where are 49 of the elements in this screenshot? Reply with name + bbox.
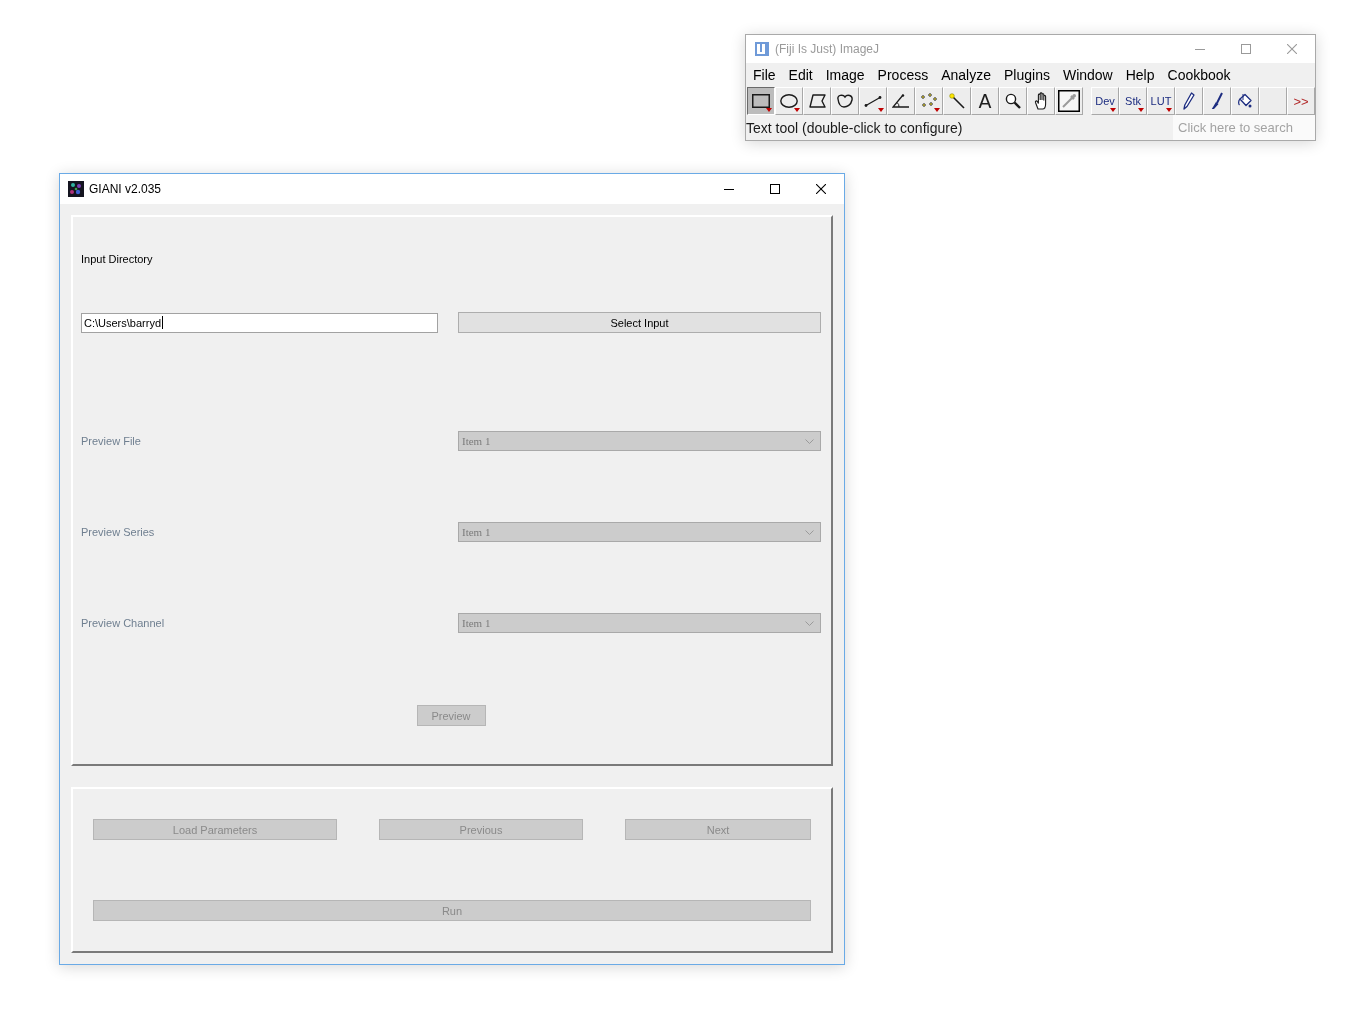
blob-icon	[836, 94, 854, 108]
menu-item[interactable]: Cookbook	[1167, 67, 1231, 83]
preview-label: Preview Channel	[81, 616, 165, 630]
maximize-icon	[1241, 44, 1251, 54]
tool-button[interactable]	[747, 87, 775, 115]
pencil-icon	[1183, 92, 1195, 110]
tool-button[interactable]: Stk	[1119, 87, 1147, 115]
bucket-icon	[1237, 93, 1253, 109]
brush-icon	[1211, 92, 1223, 110]
more-button[interactable]: >>	[1287, 87, 1315, 115]
preview-label: Preview File	[81, 434, 141, 448]
menu-item[interactable]: Help	[1125, 67, 1155, 83]
app-icon	[68, 181, 84, 197]
input-field[interactable]: C:\Users\barryd	[81, 312, 438, 333]
menu-item[interactable]: Process	[877, 67, 929, 83]
window-title: (Fiji Is Just) ImageJ	[775, 42, 879, 56]
chevron-icon	[805, 529, 814, 535]
tool-button[interactable]: Dev	[1091, 87, 1119, 115]
menu-item[interactable]: File	[753, 67, 776, 83]
close-icon	[1287, 44, 1297, 54]
preview-label: Preview Series	[81, 525, 155, 539]
input-directory-label: Input Directory	[81, 252, 153, 266]
window-title: GIANI v2.035	[89, 182, 162, 196]
rectangle-icon	[752, 94, 770, 108]
chevron-icon	[805, 438, 814, 444]
angle-icon	[892, 94, 910, 108]
status-text: Text tool (double-click to configure)	[746, 119, 963, 136]
points-icon	[920, 93, 938, 109]
menu-item[interactable]: Plugins	[1004, 67, 1050, 83]
chevron-icon	[805, 620, 814, 626]
minimize-icon	[724, 188, 734, 190]
menu-item[interactable]: Edit	[788, 67, 813, 83]
oval-icon	[780, 94, 798, 108]
menu-item[interactable]: Window	[1062, 67, 1113, 83]
app-logo-icon	[755, 42, 769, 56]
wand-icon	[949, 93, 965, 109]
close-icon	[816, 184, 826, 194]
select-input-button[interactable]: Select Input	[458, 312, 821, 333]
polygon-icon	[808, 94, 826, 108]
minimize-icon	[1195, 48, 1205, 50]
tool-button[interactable]: A	[971, 87, 999, 115]
maximize-icon	[770, 184, 780, 194]
color-picker-icon	[1058, 90, 1080, 112]
magnifier-icon	[1005, 93, 1021, 109]
menu-item[interactable]: Image	[825, 67, 865, 83]
hand-icon	[1034, 92, 1048, 110]
menu-item[interactable]: Analyze	[941, 67, 991, 83]
line-icon	[864, 95, 882, 107]
tool-button[interactable]: LUT	[1147, 87, 1175, 115]
